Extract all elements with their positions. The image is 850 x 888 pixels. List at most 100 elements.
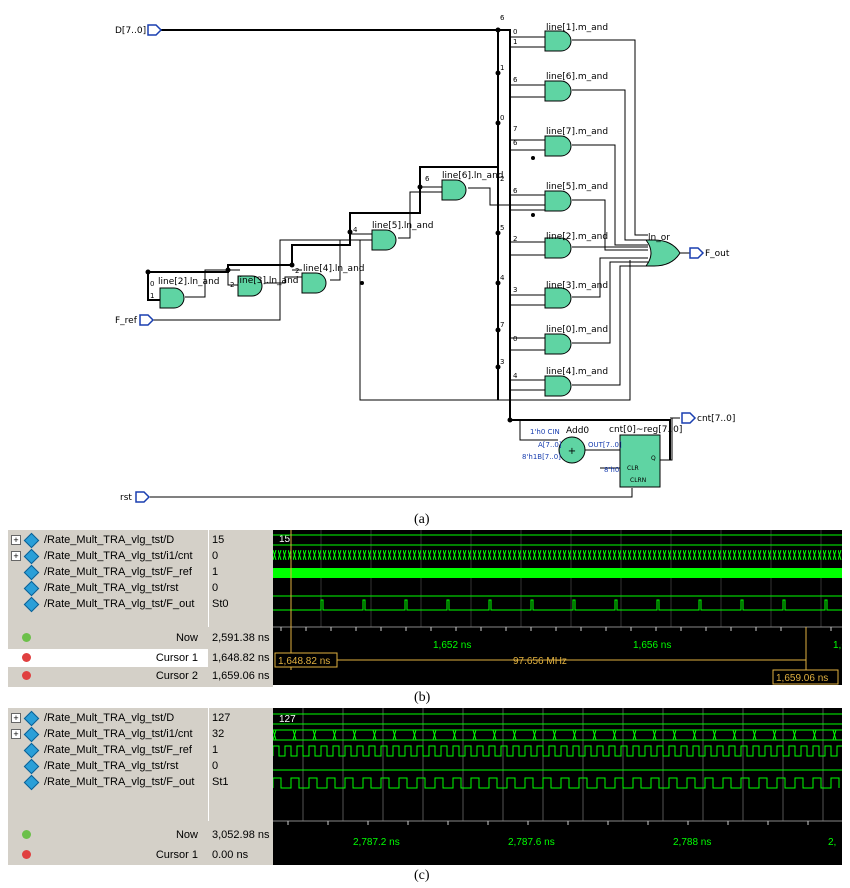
signal-icon <box>23 596 40 613</box>
signal-icon <box>23 548 40 565</box>
fout-trace <box>273 599 842 611</box>
m-and-label-4: line[2].m_and <box>546 232 608 242</box>
expand-icon[interactable]: + <box>11 713 21 723</box>
cursor1-row[interactable]: Cursor 1 <box>8 649 208 667</box>
bit-label: 3 <box>500 358 504 366</box>
waveform-window-b: +/Rate_Mult_TRA_vlg_tst/D 15 +/Rate_Mult… <box>8 530 842 687</box>
tick-label: 2, <box>828 837 836 848</box>
bit-label: 0 <box>500 114 504 122</box>
cursor1-value-cell: 1,648.82 ns <box>212 652 270 664</box>
bit-label: 4 <box>353 226 358 234</box>
reg-clrn: CLRN <box>630 477 646 484</box>
waveform-window-c: +/Rate_Mult_TRA_vlg_tst/D 127 +/Rate_Mul… <box>8 708 842 865</box>
signal-row-cnt[interactable]: +/Rate_Mult_TRA_vlg_tst/i1/cnt <box>8 548 208 565</box>
ln-and-label-4: line[6].ln_and <box>442 171 504 181</box>
cursor-lock-icon[interactable] <box>22 671 31 680</box>
bit-label: 2 <box>513 235 517 243</box>
rtl-schematic: + line[2].ln_and line[3].ln_and line[4].… <box>115 14 735 503</box>
expand-icon[interactable]: + <box>11 551 21 561</box>
cursor2-row[interactable]: Cursor 2 1,659.06 ns <box>8 667 273 685</box>
signal-row-fout[interactable]: /Rate_Mult_TRA_vlg_tst/F_out <box>8 596 208 613</box>
svg-text:+: + <box>568 446 576 457</box>
bit-label: 5 <box>500 224 504 232</box>
adder-a: A[7..0] <box>538 441 562 449</box>
cursor1-tag-text: 1,648.82 ns <box>278 656 330 667</box>
m-and-label-5: line[3].m_and <box>546 281 608 291</box>
fref-port-label: F_ref <box>115 316 138 326</box>
signal-value: 1 <box>212 566 219 578</box>
now-icon <box>22 830 31 839</box>
cnt-port-icon <box>681 412 697 424</box>
cursor-lock-icon[interactable] <box>22 850 31 859</box>
caption-b: (b) <box>414 690 431 705</box>
fref-wave <box>273 568 842 578</box>
waveform-plot-b[interactable]: 15 1,652 ns 1,656 ns 1,6 1,648.82 ns 97.… <box>273 530 842 685</box>
signal-icon <box>23 726 40 743</box>
reg-clr: CLR <box>627 465 639 472</box>
signal-row-rst[interactable]: /Rate_Mult_TRA_vlg_tst/rst <box>8 580 208 597</box>
ln-and-label-3: line[5].ln_and <box>372 221 434 231</box>
signal-value: 32 <box>212 728 225 740</box>
signal-row-fout[interactable]: /Rate_Mult_TRA_vlg_tst/F_out <box>8 774 208 791</box>
ln-and-label-1: line[3].ln_and <box>237 276 299 286</box>
m-and-label-2: line[7].m_and <box>546 127 608 137</box>
expand-icon[interactable]: + <box>11 535 21 545</box>
fref-port-icon <box>139 314 155 326</box>
bit-label: 1 <box>513 38 517 46</box>
bit-label: 0 <box>513 28 517 36</box>
ln-and-label-0: line[2].ln_and <box>158 277 220 287</box>
reg-q: Q <box>651 455 656 462</box>
signal-row-fref[interactable]: /Rate_Mult_TRA_vlg_tst/F_ref <box>8 742 208 759</box>
now-icon <box>22 633 31 642</box>
signal-value: St1 <box>212 776 229 788</box>
reg-clr-in: 8'h0 <box>604 466 619 474</box>
tick-label: 2,787.6 ns <box>508 837 555 848</box>
signal-icon <box>23 774 40 791</box>
signal-value: 0 <box>212 760 219 772</box>
bit-label: 4 <box>500 274 505 282</box>
rst-port-label: rst <box>120 493 132 503</box>
m-and-label-6: line[0].m_and <box>546 325 608 335</box>
bit-label: 6 <box>500 14 505 22</box>
reg-label: cnt[0]~reg[7..0] <box>609 425 682 435</box>
m-and-label-7: line[4].m_and <box>546 367 608 377</box>
bit-label: 7 <box>513 125 517 133</box>
bit-label: 7 <box>500 321 504 329</box>
bit-label: 0 <box>150 280 154 288</box>
ln-and-label-2: line[4].ln_and <box>303 264 365 274</box>
bit-label: 4 <box>513 372 518 380</box>
signal-value: St0 <box>212 598 229 610</box>
now-row: Now 2,591.38 ns <box>8 629 273 647</box>
signal-icon <box>23 758 40 775</box>
bus-value-d: 15 <box>279 534 291 545</box>
expand-icon[interactable]: + <box>11 729 21 739</box>
tick-label: 1,652 ns <box>433 640 471 651</box>
bit-label: 6 <box>513 139 518 147</box>
tick-label: 2,787.2 ns <box>353 837 400 848</box>
bit-label: 1 <box>500 64 504 72</box>
signal-row-fref[interactable]: /Rate_Mult_TRA_vlg_tst/F_ref <box>8 564 208 581</box>
signal-row-d[interactable]: +/Rate_Mult_TRA_vlg_tst/D <box>8 532 208 549</box>
signal-icon <box>23 710 40 727</box>
signal-row-d[interactable]: +/Rate_Mult_TRA_vlg_tst/D <box>8 710 208 727</box>
bus-value-d: 127 <box>279 714 296 725</box>
bit-label: 6 <box>425 175 430 183</box>
bit-label: 0 <box>513 335 517 343</box>
or-label: ln_or <box>648 233 670 243</box>
bit-label: 2 <box>230 281 234 289</box>
signal-value: 0 <box>212 550 219 562</box>
fref-wave <box>273 745 842 757</box>
signal-value: 0 <box>212 582 219 594</box>
cursor1-row[interactable]: Cursor 1 0.00 ns <box>8 846 273 864</box>
waveform-plot-c[interactable]: 127 2,787.2 ns 2,787.6 ns 2,788 ns 2, <box>273 708 842 865</box>
d-port-icon <box>147 24 163 36</box>
fout-port-icon <box>689 247 705 259</box>
cnt-bus-wave <box>273 550 842 560</box>
signal-row-rst[interactable]: /Rate_Mult_TRA_vlg_tst/rst <box>8 758 208 775</box>
fout-trace <box>273 777 840 789</box>
rst-port-icon <box>135 491 151 503</box>
adder-label: Add0 <box>566 426 589 436</box>
signal-value: 1 <box>212 744 219 756</box>
cursor-lock-icon[interactable] <box>22 653 31 662</box>
signal-row-cnt[interactable]: +/Rate_Mult_TRA_vlg_tst/i1/cnt <box>8 726 208 743</box>
